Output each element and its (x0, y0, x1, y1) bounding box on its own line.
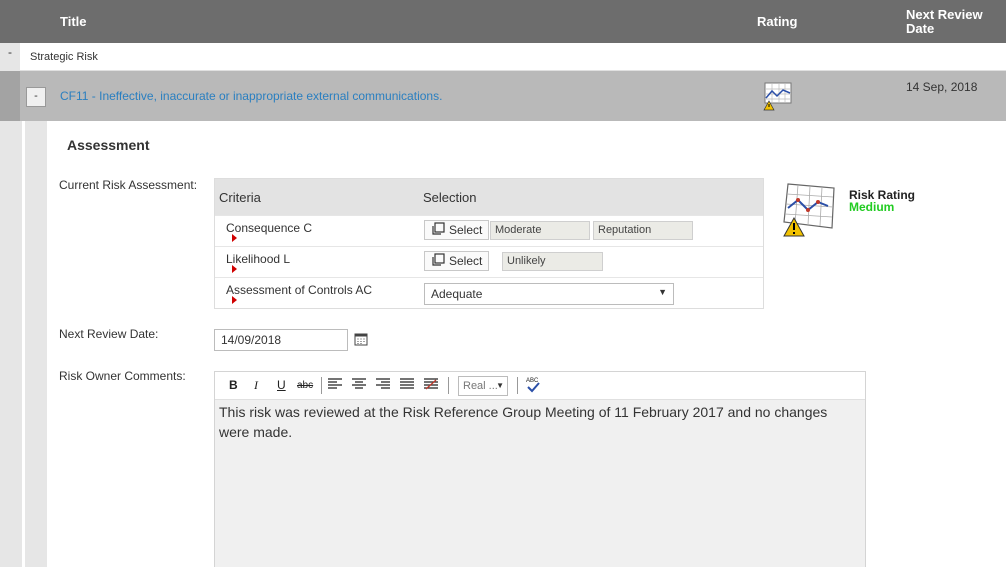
criteria-row-consequence: Consequence C Select Moderate Reputation (215, 215, 763, 246)
column-header-next-review[interactable]: Next Review Date (906, 8, 996, 36)
risk-owner-comments-label: Risk Owner Comments: (59, 369, 186, 383)
criteria-row-likelihood: Likelihood L Select Unlikely (215, 246, 763, 277)
criteria-table: Criteria Selection Consequence C Select … (214, 178, 764, 309)
selection-column-header: Selection (423, 190, 477, 205)
criteria-name: Consequence C (226, 221, 313, 235)
copy-icon (431, 252, 445, 270)
current-risk-assessment-label: Current Risk Assessment: (59, 178, 198, 192)
likelihood-select-button[interactable]: Select (424, 251, 490, 271)
calendar-icon[interactable] (354, 332, 368, 349)
underline-icon[interactable]: U (277, 378, 286, 392)
criteria-name: Assessment of Controls AC (226, 283, 373, 297)
risk-collapse-button[interactable]: - (26, 87, 46, 107)
svg-text:ABC: ABC (526, 378, 539, 384)
align-right-icon[interactable] (376, 378, 390, 393)
consequence-value-field: Moderate (490, 221, 590, 240)
consequence-select-button[interactable]: Select (424, 220, 490, 240)
strikethrough-icon[interactable]: abc (297, 380, 313, 391)
required-marker-icon (232, 265, 237, 273)
chevron-down-icon: ▼ (496, 381, 504, 390)
risk-title-link[interactable]: CF11 - Ineffective, inaccurate or inappr… (60, 89, 442, 103)
align-center-icon[interactable] (352, 378, 366, 393)
chevron-down-icon: ▼ (658, 287, 667, 297)
editor-toolbar: B I U abc Real ... ▼ ABC (215, 372, 865, 400)
consequence-category-field: Reputation (593, 221, 693, 240)
column-header-rating[interactable]: Rating (757, 14, 797, 29)
align-left-icon[interactable] (328, 378, 342, 393)
comments-text-area[interactable]: This risk was reviewed at the Risk Refer… (215, 400, 865, 567)
assessment-heading: Assessment (67, 137, 150, 153)
justify-icon[interactable] (400, 378, 414, 393)
criteria-row-controls: Assessment of Controls AC Adequate ▼ (215, 277, 763, 308)
likelihood-value-field: Unlikely (502, 252, 603, 271)
copy-icon (431, 221, 445, 239)
risk-rating-value: Medium (849, 200, 895, 214)
risk-chart-warning-icon (763, 81, 793, 114)
required-marker-icon (232, 296, 237, 304)
select-button-label: Select (449, 254, 483, 268)
font-family-select[interactable]: Real ... ▼ (458, 376, 508, 396)
toolbar-separator (448, 377, 449, 394)
spellcheck-icon[interactable]: ABC (525, 376, 541, 396)
risk-rating-chart-icon (780, 180, 838, 241)
group-row-strategic-risk: - Strategic Risk (0, 43, 1006, 71)
controls-assessment-dropdown[interactable]: Adequate ▼ (424, 283, 674, 305)
comments-rich-text-editor: B I U abc Real ... ▼ ABC This risk was r… (214, 371, 866, 567)
grid-header: Title Rating Next Review Date (0, 0, 1006, 43)
italic-icon[interactable]: I (254, 378, 258, 393)
next-review-date-label: Next Review Date: (59, 327, 159, 341)
group-collapse-toggle[interactable]: - (0, 43, 20, 71)
toolbar-separator (321, 377, 322, 394)
bold-icon[interactable]: B (229, 378, 238, 392)
left-indent-bar (0, 121, 22, 567)
toolbar-separator (517, 377, 518, 394)
risk-row-gutter (0, 71, 20, 121)
criteria-column-header: Criteria (219, 190, 261, 205)
group-label: Strategic Risk (30, 51, 98, 63)
dropdown-value: Adequate (431, 287, 483, 301)
font-select-value: Real ... (463, 380, 498, 392)
risk-row: - CF11 - Ineffective, inaccurate or inap… (0, 71, 1006, 121)
risk-next-review-date: 14 Sep, 2018 (906, 80, 978, 94)
left-indent-bar-inner (25, 121, 47, 567)
required-marker-icon (232, 234, 237, 242)
select-button-label: Select (449, 223, 483, 237)
criteria-table-header: Criteria Selection (215, 179, 763, 215)
column-header-title[interactable]: Title (60, 14, 87, 29)
criteria-name: Likelihood L (226, 252, 291, 266)
next-review-date-input[interactable]: 14/09/2018 (214, 329, 348, 351)
text-highlight-icon[interactable] (424, 378, 438, 393)
